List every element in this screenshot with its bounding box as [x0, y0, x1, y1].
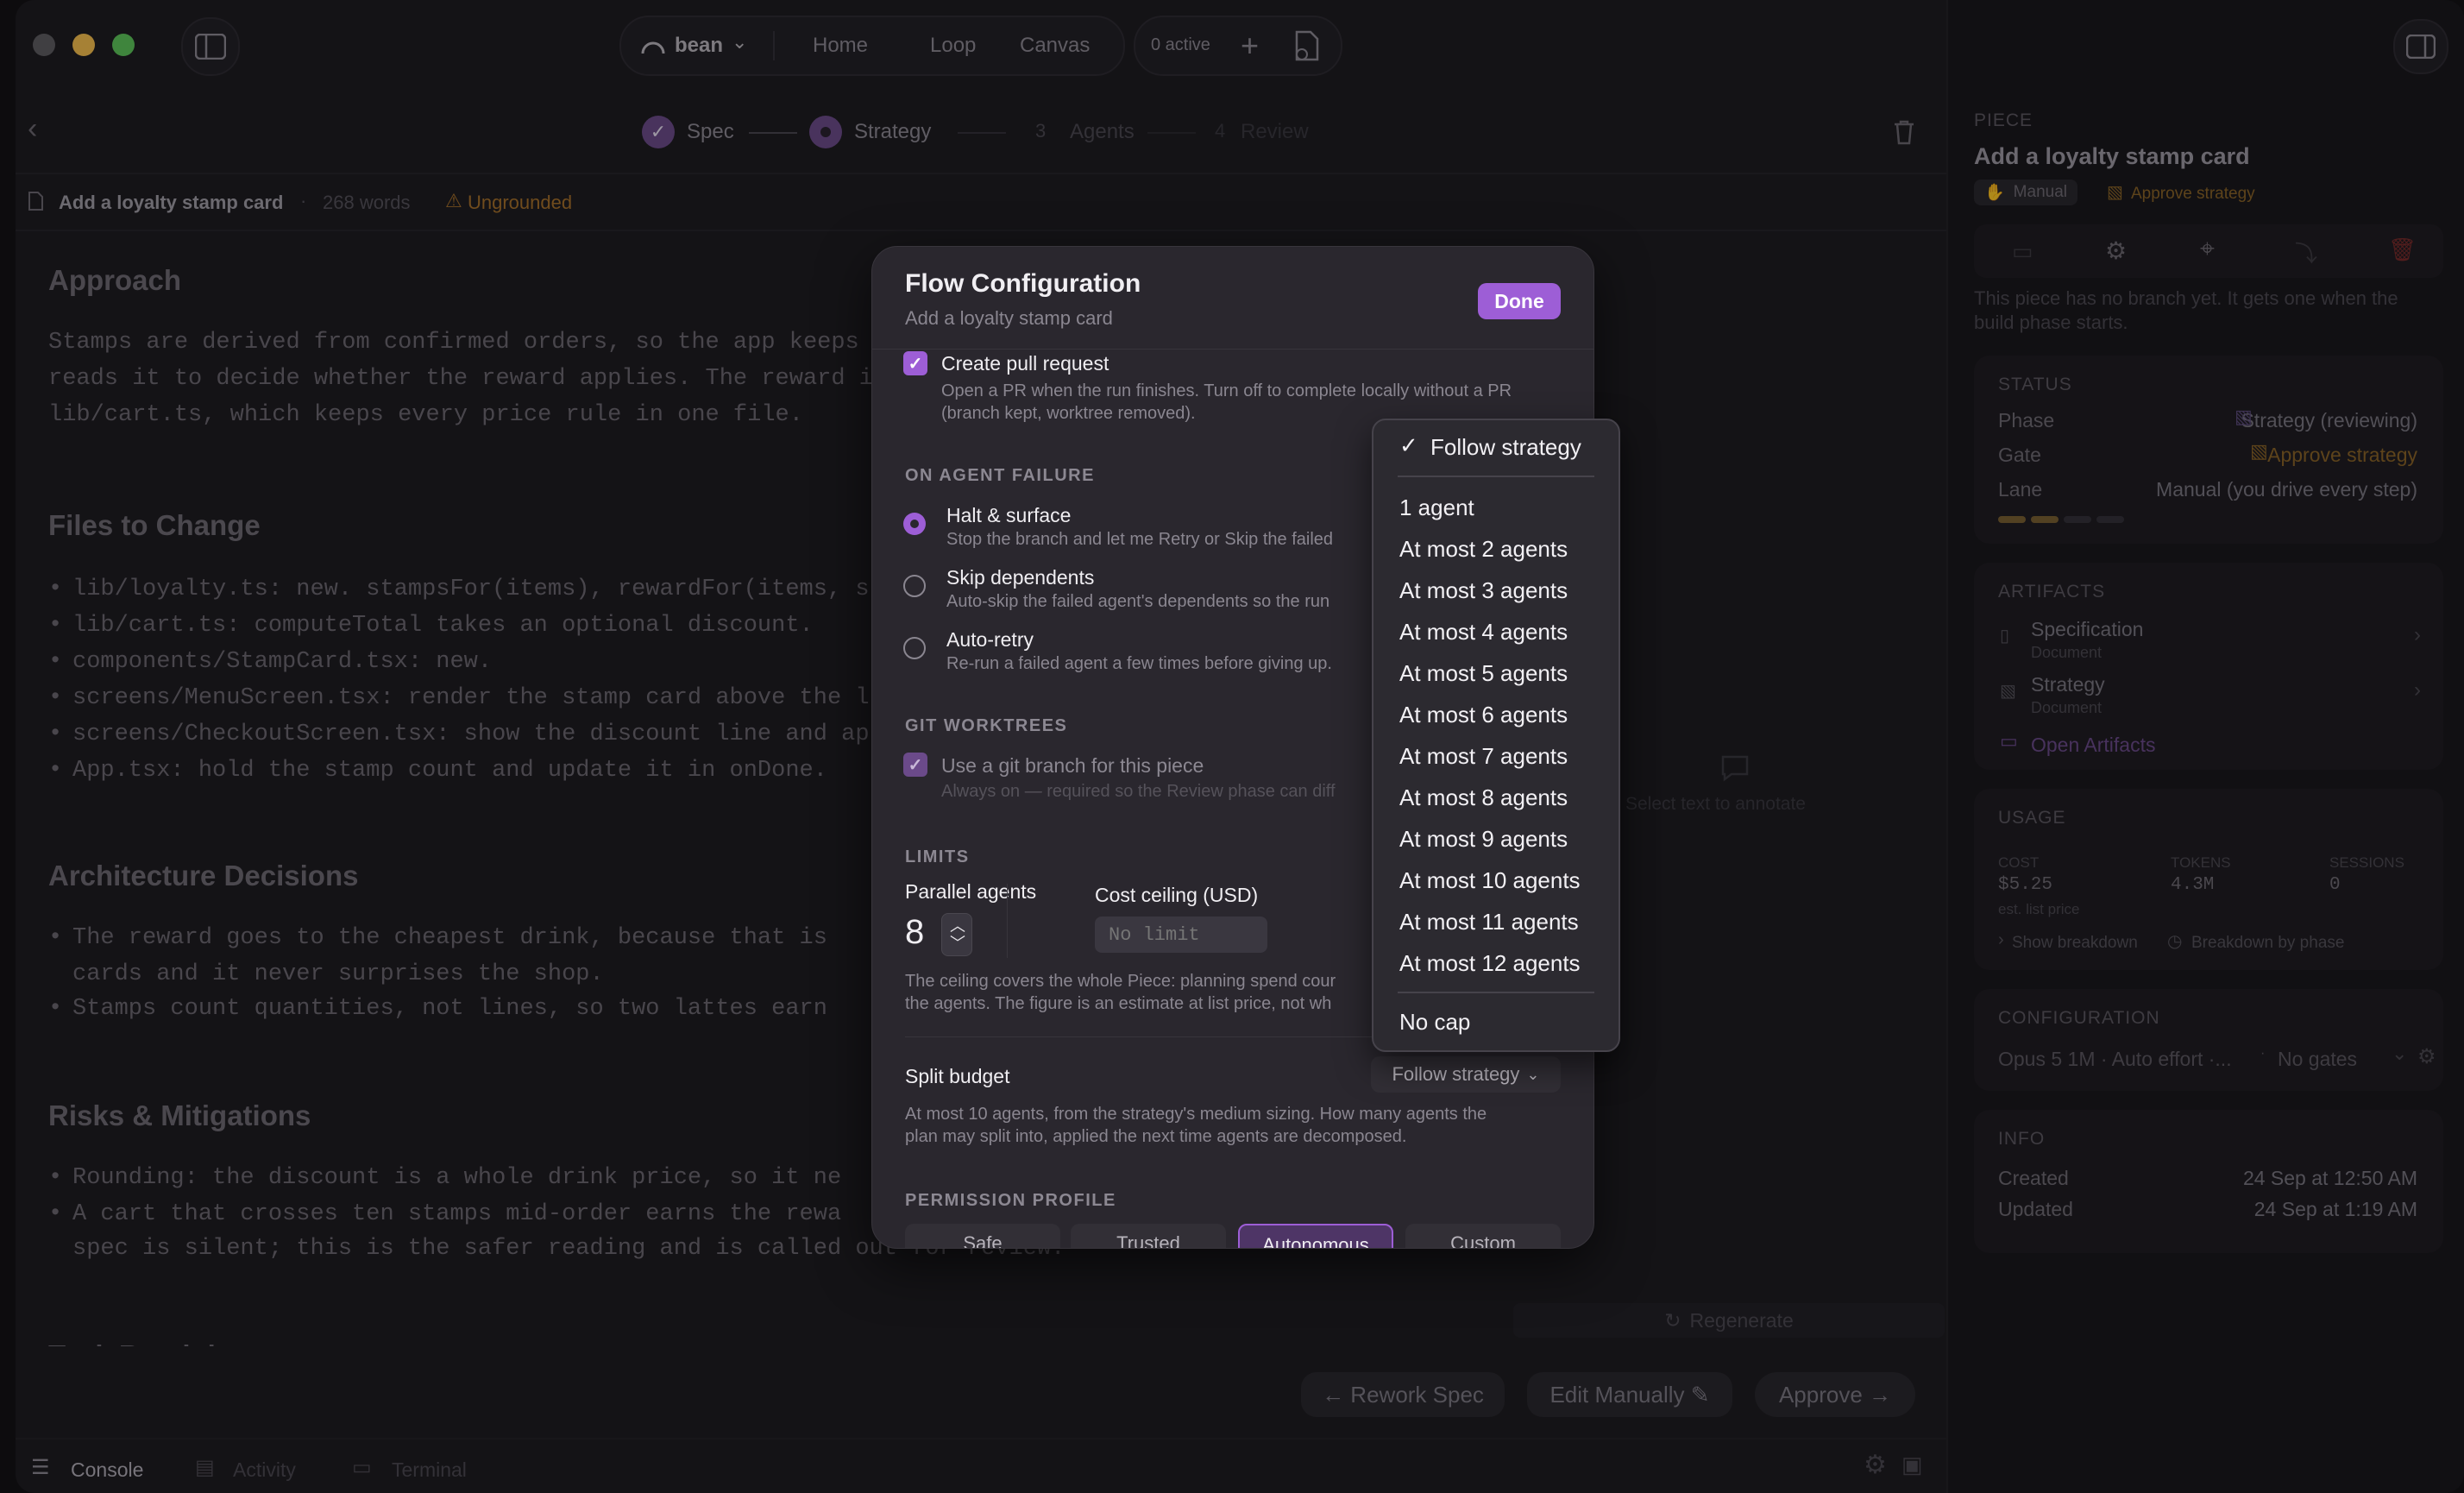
menu-item[interactable]: At most 5 agents — [1399, 660, 1568, 687]
menu-item[interactable]: At most 2 agents — [1399, 536, 1568, 563]
menu-item[interactable]: At most 3 agents — [1399, 577, 1568, 604]
split-budget-label: Split budget — [905, 1065, 1010, 1087]
split-budget-menu: ✓ Follow strategy 1 agent At most 2 agen… — [1372, 419, 1620, 1052]
option-desc: Re-run a failed agent a few times before… — [946, 654, 1332, 673]
menu-item[interactable]: At most 11 agents — [1399, 909, 1579, 935]
chevron-down-icon[interactable]: ﹀ — [950, 931, 965, 954]
limits-desc: The ceiling covers the whole Piece: plan… — [905, 972, 1336, 991]
split-budget-desc: At most 10 agents, from the strategy's m… — [905, 1105, 1487, 1124]
permission-custom[interactable]: Custom — [1405, 1224, 1561, 1248]
create-pr-label: Create pull request — [941, 352, 1109, 375]
option-desc: Stop the branch and let me Retry or Skip… — [946, 530, 1334, 549]
split-budget-value: Follow strategy — [1392, 1063, 1520, 1085]
create-pr-checkbox[interactable]: ✓ — [903, 351, 927, 375]
radio-auto-retry[interactable] — [903, 637, 926, 659]
menu-item[interactable]: At most 12 agents — [1399, 950, 1581, 977]
menu-item-follow-strategy[interactable]: Follow strategy — [1430, 434, 1581, 461]
parallel-agents-value[interactable]: 8 — [905, 913, 924, 952]
permission-trusted[interactable]: Trusted — [1071, 1224, 1226, 1248]
limits-section-label: LIMITS — [905, 847, 970, 866]
split-budget-desc: plan may split into, applied the next ti… — [905, 1127, 1407, 1146]
divider — [1007, 884, 1008, 958]
option-label[interactable]: Auto-retry — [946, 628, 1034, 652]
menu-separator — [1398, 992, 1594, 993]
git-branch-checkbox: ✓ — [903, 753, 927, 777]
permission-autonomous[interactable]: Autonomous — [1238, 1224, 1393, 1248]
menu-item-no-cap[interactable]: No cap — [1399, 1009, 1470, 1036]
create-pr-desc: Open a PR when the run finishes. Turn of… — [941, 381, 1512, 400]
menu-item[interactable]: At most 4 agents — [1399, 619, 1568, 646]
menu-item[interactable]: 1 agent — [1399, 495, 1474, 521]
git-branch-desc: Always on — required so the Review phase… — [941, 782, 1336, 801]
dialog-subtitle: Add a loyalty stamp card — [905, 307, 1113, 329]
parallel-agents-stepper[interactable]: ︿ ﹀ — [941, 913, 972, 956]
git-branch-label: Use a git branch for this piece — [941, 754, 1204, 777]
cost-ceiling-label: Cost ceiling (USD) — [1095, 884, 1259, 906]
create-pr-desc: (branch kept, worktree removed). — [941, 404, 1196, 423]
git-section-label: GIT WORKTREES — [905, 716, 1068, 735]
limits-desc: the agents. The figure is an estimate at… — [905, 994, 1332, 1013]
failure-section-label: ON AGENT FAILURE — [905, 466, 1095, 485]
radio-skip-dependents[interactable] — [903, 575, 926, 597]
permission-safe[interactable]: Safe — [905, 1224, 1060, 1248]
option-label[interactable]: Halt & surface — [946, 504, 1071, 527]
menu-item[interactable]: At most 10 agents — [1399, 867, 1581, 894]
menu-item[interactable]: At most 6 agents — [1399, 702, 1568, 728]
option-desc: Auto-skip the failed agent's dependents … — [946, 592, 1330, 611]
menu-item[interactable]: At most 8 agents — [1399, 784, 1568, 811]
cost-ceiling-input[interactable] — [1095, 917, 1267, 953]
dialog-title: Flow Configuration — [905, 269, 1141, 298]
permission-section-label: PERMISSION PROFILE — [905, 1191, 1116, 1210]
parallel-agents-label: Parallel agents — [905, 880, 1037, 903]
menu-item[interactable]: At most 9 agents — [1399, 826, 1568, 853]
menu-item[interactable]: At most 7 agents — [1399, 743, 1568, 770]
done-button[interactable]: Done — [1478, 283, 1561, 319]
radio-halt[interactable] — [903, 513, 926, 535]
option-label[interactable]: Skip dependents — [946, 566, 1094, 589]
chevron-down-icon: ⌄ — [1526, 1065, 1540, 1083]
divider — [872, 349, 1593, 350]
checkmark-icon: ✓ — [1399, 432, 1418, 458]
split-budget-select[interactable]: Follow strategy ⌄ — [1371, 1056, 1561, 1093]
menu-separator — [1398, 476, 1594, 477]
